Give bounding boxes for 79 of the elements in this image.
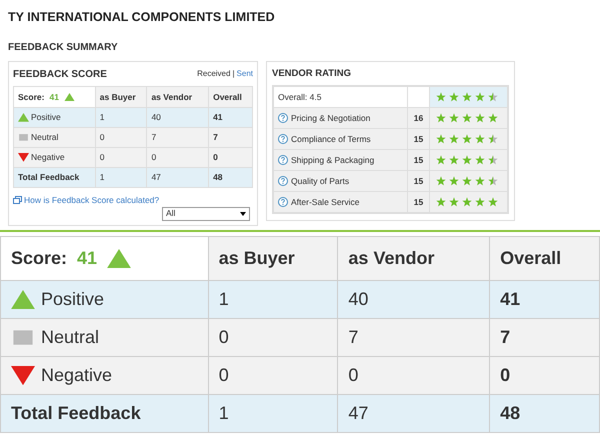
- row-label: Total Feedback: [14, 168, 96, 188]
- panel-title: VENDOR RATING: [272, 67, 352, 81]
- star-icon: [436, 92, 446, 102]
- score-label: Score:: [18, 90, 44, 104]
- table-cell: 47: [338, 394, 490, 432]
- row-label: Positive: [41, 288, 104, 311]
- overall-rating: Overall: 4.5: [274, 86, 408, 108]
- star-icon: [462, 155, 472, 165]
- help-link[interactable]: How is Feedback Score calculated?: [24, 194, 160, 207]
- star-icon: [449, 113, 459, 123]
- star-icon: [436, 134, 446, 144]
- rating-label: Shipping & Packaging: [291, 154, 374, 166]
- star-icon: [475, 176, 485, 186]
- help-icon[interactable]: [278, 134, 288, 144]
- square-icon: [11, 328, 35, 348]
- star-icon: [475, 134, 485, 144]
- star-icon: [436, 197, 446, 207]
- rating-label: Compliance of Terms: [291, 132, 371, 146]
- star-icon: [449, 155, 459, 165]
- star-icon: [462, 92, 472, 102]
- row-label: Negative: [41, 364, 112, 387]
- score-label: Score:: [11, 247, 68, 270]
- company-title: TY INTERNATIONAL COMPONENTS LIMITED: [8, 9, 276, 26]
- popup-icon: [13, 196, 22, 204]
- rating-label: After-Sale Service: [291, 196, 360, 208]
- square-icon: [18, 133, 29, 142]
- score-value: 41: [77, 247, 98, 270]
- section-title: FEEDBACK SUMMARY: [8, 41, 119, 55]
- star-icon: [488, 113, 498, 123]
- rating-label: Pricing & Negotiation: [291, 112, 370, 124]
- row-label: Neutral: [41, 326, 100, 349]
- table-cell: 47: [146, 168, 209, 188]
- triangle-up-icon: [64, 92, 75, 102]
- filter-link[interactable]: Received: [197, 68, 230, 80]
- panel-title: FEEDBACK SCORE: [13, 68, 107, 82]
- help-icon[interactable]: [278, 155, 288, 165]
- score-value: 41: [49, 90, 59, 104]
- table-cell: 48: [490, 394, 600, 432]
- table-cell: 1: [208, 394, 338, 432]
- row-label: Positive: [31, 111, 61, 124]
- triangle-down-icon: [11, 366, 35, 386]
- star-icon: [462, 113, 472, 123]
- filter-dropdown[interactable]: All: [162, 206, 250, 221]
- star-icon: [475, 197, 485, 207]
- table-cell: 1: [95, 168, 147, 188]
- star-icon: [488, 92, 498, 102]
- star-icon: [462, 176, 472, 186]
- help-icon[interactable]: [278, 113, 288, 123]
- triangle-up-icon: [11, 290, 35, 310]
- separator: |: [232, 68, 235, 80]
- star-icon: [449, 176, 459, 186]
- star-icon: [475, 92, 485, 102]
- star-icon: [462, 197, 472, 207]
- help-icon[interactable]: [278, 197, 288, 207]
- star-icon: [475, 155, 485, 165]
- row-label: Negative: [31, 151, 65, 164]
- star-icon: [436, 113, 446, 123]
- star-icon: [488, 197, 498, 207]
- star-icon: [488, 134, 498, 144]
- help-icon[interactable]: [278, 176, 288, 186]
- star-icon: [449, 92, 459, 102]
- filter-link[interactable]: Sent: [236, 68, 253, 80]
- triangle-down-icon: [18, 153, 29, 162]
- row-label: Neutral: [31, 131, 58, 144]
- table-cell: 48: [208, 168, 252, 188]
- star-icon: [436, 176, 446, 186]
- rating-label: Quality of Parts: [291, 174, 350, 188]
- triangle-up-icon: [107, 248, 132, 268]
- star-icon: [449, 134, 459, 144]
- caret-icon: [240, 212, 246, 216]
- star-icon: [475, 113, 485, 123]
- star-icon: [436, 155, 446, 165]
- rating-count: 15: [408, 192, 430, 212]
- triangle-up-icon: [18, 113, 29, 122]
- star-icon: [449, 197, 459, 207]
- star-icon: [488, 155, 498, 165]
- star-icon: [462, 134, 472, 144]
- row-label: Total Feedback: [0, 394, 208, 432]
- star-icon: [488, 176, 498, 186]
